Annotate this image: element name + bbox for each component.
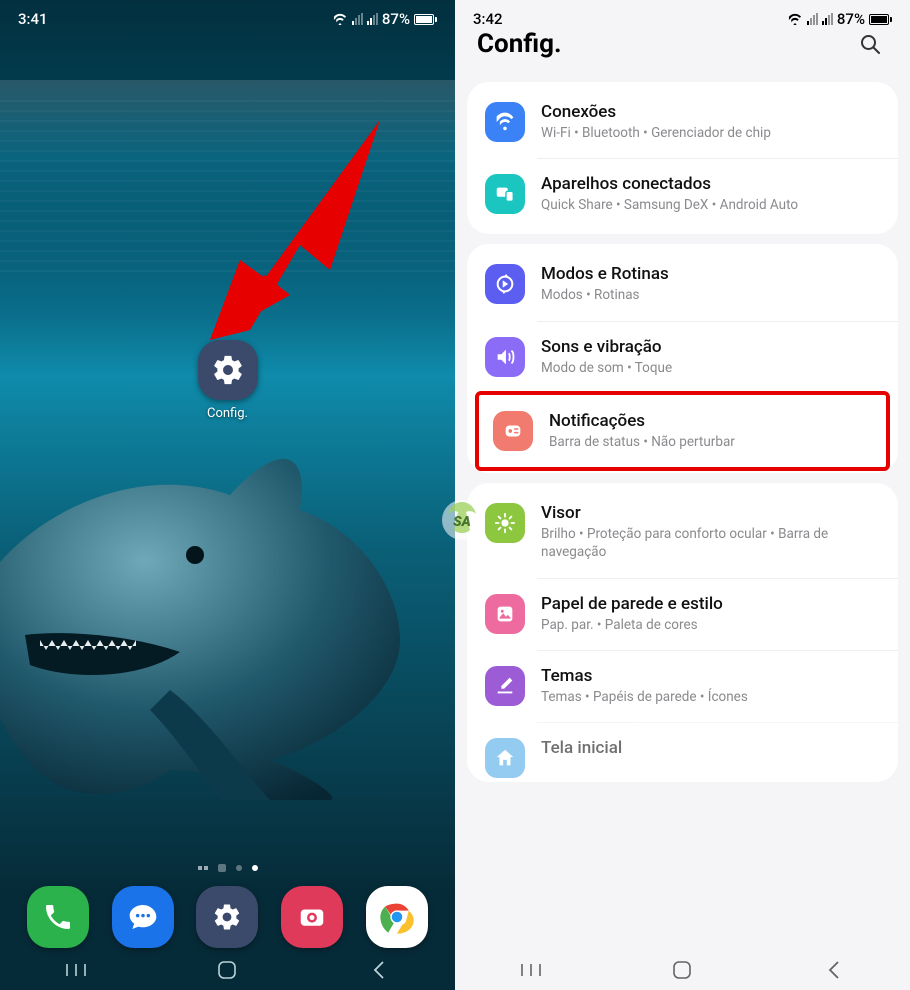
signal-1-icon [352, 13, 363, 25]
row-title: Visor [541, 503, 880, 523]
gear-icon [212, 902, 242, 932]
settings-row-connections[interactable]: Conexões Wi-Fi • Bluetooth • Gerenciador… [467, 86, 898, 158]
row-title: Tela inicial [541, 738, 622, 758]
settings-group: Modos e Rotinas Modos • Rotinas Sons e v… [467, 244, 898, 473]
nav-back[interactable] [794, 954, 874, 986]
dock-app-camera[interactable] [281, 886, 343, 948]
dock-app-phone[interactable] [27, 886, 89, 948]
settings-group: Conexões Wi-Fi • Bluetooth • Gerenciador… [467, 82, 898, 234]
wallpaper-shark [0, 380, 410, 800]
status-bar: 3:41 87% [0, 0, 455, 34]
row-sub: Modos • Rotinas [541, 286, 669, 304]
nav-bar [455, 950, 910, 990]
settings-row-display[interactable]: Visor Brilho • Proteção para conforto oc… [467, 487, 898, 577]
row-title: Sons e vibração [541, 337, 672, 357]
dock-app-messages[interactable] [112, 886, 174, 948]
nav-back[interactable] [339, 954, 419, 986]
status-time: 3:41 [18, 10, 48, 28]
row-sub: Pap. par. • Paleta de cores [541, 616, 723, 634]
status-right: 87% [332, 10, 437, 28]
status-time: 3:42 [473, 10, 503, 28]
devices-icon [485, 174, 525, 214]
settings-row-sounds[interactable]: Sons e vibração Modo de som • Toque [467, 321, 898, 393]
settings-row-modes[interactable]: Modos e Rotinas Modos • Rotinas [467, 248, 898, 320]
row-title: Conexões [541, 102, 771, 122]
settings-group: Visor Brilho • Proteção para conforto oc… [467, 483, 898, 782]
phone-icon [42, 901, 74, 933]
row-title: Modos e Rotinas [541, 264, 669, 284]
row-title: Notificações [549, 411, 735, 431]
nav-recent[interactable] [491, 954, 571, 986]
row-sub: Temas • Papéis de parede • Ícones [541, 688, 748, 706]
nav-bar [0, 950, 455, 990]
notifications-icon [493, 411, 533, 451]
app-icon-label: Config. [198, 406, 258, 421]
row-sub: Wi-Fi • Bluetooth • Gerenciador de chip [541, 124, 771, 142]
battery-percent: 87% [382, 10, 410, 28]
settings-row-home[interactable]: Tela inicial [467, 722, 898, 782]
sound-icon [485, 337, 525, 377]
status-right: 87% [787, 10, 892, 28]
settings-row-connected-devices[interactable]: Aparelhos conectados Quick Share • Samsu… [467, 158, 898, 230]
battery-percent: 87% [837, 10, 865, 28]
chrome-icon [377, 897, 417, 937]
routines-icon [485, 264, 525, 304]
wifi-icon [332, 13, 348, 25]
annotation-highlight: Notificações Barra de status • Não pertu… [475, 391, 890, 471]
nav-home[interactable] [642, 954, 722, 986]
battery-icon [414, 14, 437, 25]
wallpaper-icon [485, 594, 525, 634]
home-icon [485, 738, 525, 778]
settings-row-wallpaper[interactable]: Papel de parede e estilo Pap. par. • Pal… [467, 578, 898, 650]
row-sub: Barra de status • Não perturbar [549, 433, 735, 451]
dock-app-settings[interactable] [196, 886, 258, 948]
row-title: Papel de parede e estilo [541, 594, 723, 614]
signal-1-icon [807, 13, 818, 25]
page-indicator[interactable] [198, 864, 258, 872]
settings-screen: 3:42 87% Config. Conexões Wi-Fi • Blueto… [455, 0, 910, 990]
signal-2-icon [367, 13, 378, 25]
nav-home[interactable] [187, 954, 267, 986]
brightness-icon [485, 503, 525, 543]
settings-row-themes[interactable]: Temas Temas • Papéis de parede • Ícones [467, 650, 898, 722]
dock [0, 886, 455, 948]
settings-row-notifications[interactable]: Notificações Barra de status • Não pertu… [479, 395, 886, 467]
camera-icon [297, 902, 327, 932]
row-title: Aparelhos conectados [541, 174, 798, 194]
chat-icon [127, 901, 159, 933]
signal-2-icon [822, 13, 833, 25]
search-icon [858, 32, 882, 56]
row-sub: Quick Share • Samsung DeX • Android Auto [541, 196, 798, 214]
wallpaper-waves [0, 100, 455, 280]
home-screen: 3:41 87% Config. [0, 0, 455, 990]
status-bar: 3:42 87% [455, 0, 910, 34]
dock-app-chrome[interactable] [366, 886, 428, 948]
row-sub: Brilho • Proteção para conforto ocular •… [541, 525, 880, 561]
wifi-icon [485, 102, 525, 142]
wifi-icon [787, 13, 803, 25]
nav-recent[interactable] [36, 954, 116, 986]
battery-icon [869, 14, 892, 25]
row-title: Temas [541, 666, 748, 686]
gear-icon [211, 353, 245, 387]
themes-icon [485, 666, 525, 706]
row-sub: Modo de som • Toque [541, 359, 672, 377]
app-icon-settings[interactable]: Config. [198, 340, 258, 421]
